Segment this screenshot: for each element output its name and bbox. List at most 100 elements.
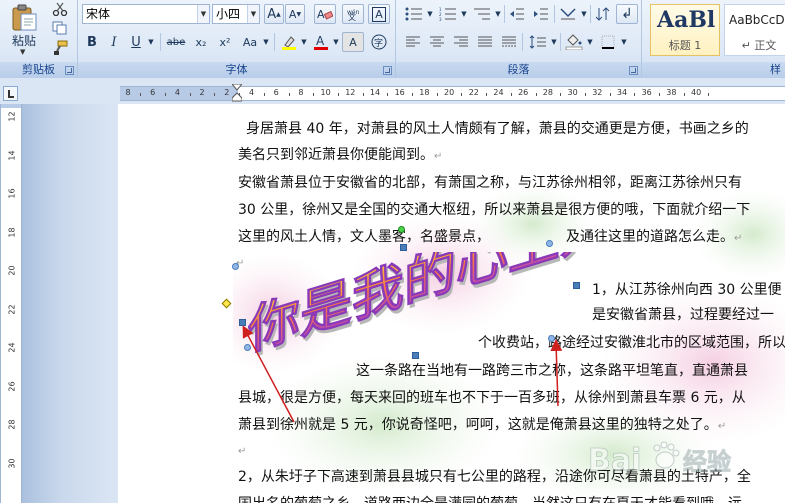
clear-format-button[interactable]: A xyxy=(314,4,336,24)
adjust-handle[interactable] xyxy=(221,298,232,309)
increase-indent-button[interactable] xyxy=(530,4,552,24)
enclose-char-button[interactable]: 字 xyxy=(368,32,390,52)
separator xyxy=(274,33,275,51)
borders-dropdown-icon[interactable]: ▼ xyxy=(619,32,629,52)
ruler-tick xyxy=(263,93,265,96)
vertical-ruler[interactable]: 12 14 16 18 20 22 24 26 28 30 xyxy=(0,104,22,503)
ruler-number: 8 xyxy=(125,88,131,97)
highlighter-icon xyxy=(282,36,296,50)
separator xyxy=(554,5,555,23)
bullets-dropdown-icon[interactable]: ▼ xyxy=(425,4,435,24)
ruler-tick xyxy=(362,93,364,96)
subscript-button[interactable]: x₂ xyxy=(190,32,212,52)
resize-handle-left[interactable] xyxy=(239,319,246,326)
underline-button[interactable]: U xyxy=(126,32,146,52)
chinese-layout-icon xyxy=(560,8,576,20)
shading-dropdown-icon[interactable]: ▼ xyxy=(585,32,595,52)
align-right-button[interactable] xyxy=(450,32,472,52)
tab-selector-icon[interactable] xyxy=(3,86,18,101)
numbering-dropdown-icon[interactable]: ▼ xyxy=(459,4,469,24)
bold-button[interactable]: B xyxy=(82,32,102,52)
font-color-button[interactable]: A xyxy=(310,32,332,52)
multilevel-list-button[interactable] xyxy=(470,4,494,24)
borders-button[interactable] xyxy=(596,32,620,52)
multilevel-dropdown-icon[interactable]: ▼ xyxy=(493,4,503,24)
italic-button[interactable]: I xyxy=(104,32,124,52)
ruler-number: 8 xyxy=(298,88,304,97)
chevron-down-icon[interactable]: ▼ xyxy=(247,5,259,23)
sort-icon xyxy=(595,7,610,21)
vruler-number: 28 xyxy=(7,419,17,430)
highlight-dropdown-icon[interactable]: ▼ xyxy=(299,32,309,52)
ruler-tick xyxy=(634,93,636,96)
style-heading1[interactable]: AaBl 标题 1 xyxy=(650,4,720,56)
align-left-button[interactable] xyxy=(402,32,424,52)
document-page[interactable]: 身居萧县 40 年，对萧县的风土人情颇有了解，萧县的交通更是方便，书画之乡的 美… xyxy=(118,104,785,503)
phonetic-guide-button[interactable]: wén 文 xyxy=(342,4,364,24)
justify-button[interactable] xyxy=(474,32,496,52)
rotate-handle[interactable] xyxy=(398,226,405,233)
superscript-button[interactable]: x² xyxy=(214,32,236,52)
strikethrough-button[interactable]: abe xyxy=(164,32,188,52)
paste-button-label[interactable]: 粘贴 xyxy=(12,32,36,49)
resize-handle-bottom-left[interactable] xyxy=(244,344,251,351)
numbering-icon: 123 xyxy=(439,7,456,21)
shading-button[interactable] xyxy=(562,32,586,52)
sort-button[interactable] xyxy=(592,4,614,24)
ruler-number: 36 xyxy=(641,88,652,97)
grow-font-button[interactable]: A ▲ xyxy=(264,4,284,24)
indent-marker-icon[interactable] xyxy=(232,84,242,102)
resize-handle-bottom[interactable] xyxy=(412,352,419,359)
decrease-indent-button[interactable] xyxy=(506,4,528,24)
change-case-button[interactable]: Aa xyxy=(238,32,262,52)
bullets-button[interactable] xyxy=(402,4,426,24)
return-mark: ↵ xyxy=(717,421,727,432)
numbering-button[interactable]: 123 xyxy=(436,4,460,24)
show-marks-button[interactable]: ↲ xyxy=(616,4,638,24)
paste-dropdown-icon[interactable]: ▼ xyxy=(20,48,25,56)
paste-icon[interactable] xyxy=(10,4,40,32)
vruler-number: 22 xyxy=(7,303,17,315)
font-name-combo[interactable]: 宋体 ▼ xyxy=(82,4,210,24)
ruler-number: 22 xyxy=(468,88,479,97)
resize-handle-top[interactable] xyxy=(400,244,407,251)
font-size-combo[interactable]: 小四 ▼ xyxy=(212,4,260,24)
ruler-tick xyxy=(189,93,191,96)
chinese-layout-button[interactable] xyxy=(556,4,580,24)
align-center-button[interactable] xyxy=(426,32,448,52)
style-normal[interactable]: AaBbCcD ↵ 正文 xyxy=(724,4,785,56)
chevron-down-icon[interactable]: ▼ xyxy=(197,5,209,23)
chinese-layout-dropdown-icon[interactable]: ▼ xyxy=(579,4,589,24)
shrink-font-button[interactable]: A ▼ xyxy=(285,4,305,24)
resize-handle-top-right[interactable] xyxy=(546,240,553,247)
font-color-dropdown-icon[interactable]: ▼ xyxy=(331,32,341,52)
doc-line-2: 美名只到邻近萧县你便能闻到。↵ xyxy=(238,147,443,163)
align-center-icon xyxy=(430,36,444,47)
distributed-button[interactable] xyxy=(498,32,520,52)
wordart-object[interactable]: 你是我的心上人 你是我的心上人 xyxy=(248,252,598,362)
case-dropdown-icon[interactable]: ▼ xyxy=(261,32,271,52)
align-left-icon xyxy=(406,36,420,47)
ruler-tick xyxy=(486,93,488,96)
resize-handle-right[interactable] xyxy=(573,282,580,289)
line-spacing-button[interactable] xyxy=(526,32,550,52)
align-right-icon xyxy=(454,36,468,47)
paragraph-group-label: 段落 xyxy=(396,62,641,78)
format-painter-icon[interactable] xyxy=(52,40,68,56)
paragraph-launcher-icon[interactable] xyxy=(629,66,638,75)
char-shading-button[interactable]: A xyxy=(342,32,364,52)
resize-handle-top-left[interactable] xyxy=(232,263,239,270)
horizontal-ruler[interactable]: 8 6 4 2 2 4 6 8 10 12 14 16 18 20 22 24 26 28 30 32 34 36 38 40 xyxy=(120,86,785,101)
copy-icon[interactable] xyxy=(52,21,68,35)
highlight-button[interactable] xyxy=(278,32,300,52)
underline-dropdown-icon[interactable]: ▼ xyxy=(146,32,156,52)
cut-icon[interactable] xyxy=(52,2,68,16)
char-border-button[interactable]: A xyxy=(368,4,390,24)
font-launcher-icon[interactable] xyxy=(383,66,392,75)
clipboard-launcher-icon[interactable] xyxy=(65,66,74,75)
ruler-tick xyxy=(560,93,562,96)
borders-icon xyxy=(601,35,615,49)
ruler-tick xyxy=(140,93,142,96)
resize-handle-bottom-right[interactable] xyxy=(548,335,555,342)
line-spacing-dropdown-icon[interactable]: ▼ xyxy=(549,32,559,52)
